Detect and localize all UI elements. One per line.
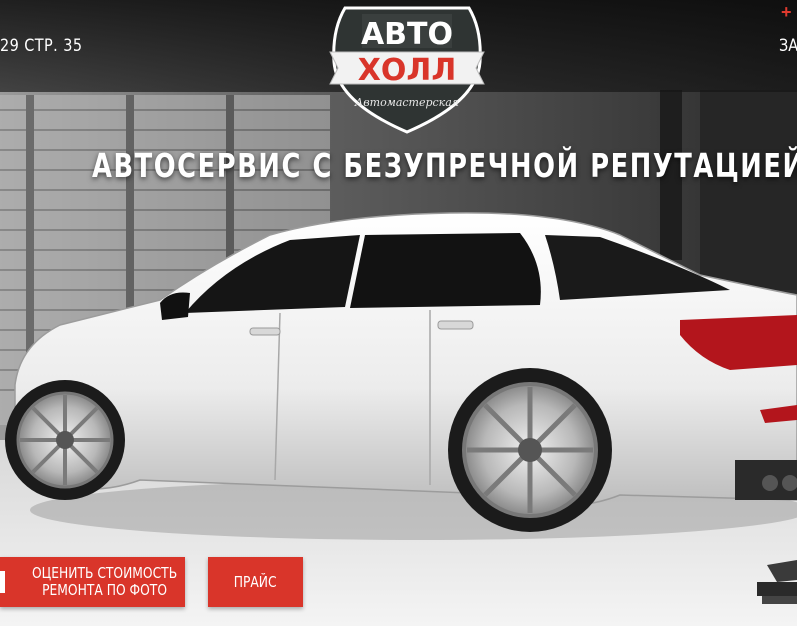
logo-line2: ХОЛЛ: [358, 53, 456, 88]
estimate-label-line1: ОЦЕНИТЬ СТОИМОСТЬ: [32, 564, 178, 582]
address-text: 29 СТР. 35: [0, 36, 83, 56]
logo-line1: АВТО: [361, 17, 453, 52]
estimate-button-label: ОЦЕНИТЬ СТОИМОСТЬ РЕМОНТА ПО ФОТО: [32, 565, 177, 599]
plus-icon[interactable]: +: [781, 2, 792, 23]
button-accent-bar: [0, 571, 5, 593]
price-list-button[interactable]: ПРАЙС: [208, 557, 303, 607]
price-button-label: ПРАЙС: [234, 573, 277, 591]
hero-section: 29 СТР. 35 + ЗА АВТО ХОЛЛ Автомастерская…: [0, 0, 797, 626]
estimate-label-line2: РЕМОНТА ПО ФОТО: [42, 581, 168, 599]
car-image: [5, 212, 797, 540]
jack-icon: [757, 560, 797, 604]
estimate-by-photo-button[interactable]: ОЦЕНИТЬ СТОИМОСТЬ РЕМОНТА ПО ФОТО: [0, 557, 185, 607]
logo-tagline: Автомастерская: [354, 96, 459, 109]
hero-headline: АВТОСЕРВИС С БЕЗУПРЕЧНОЙ РЕПУТАЦИЕЙ: [91, 146, 797, 185]
logo[interactable]: АВТО ХОЛЛ Автомастерская: [322, 0, 492, 136]
header-right-link[interactable]: ЗА: [779, 36, 797, 56]
